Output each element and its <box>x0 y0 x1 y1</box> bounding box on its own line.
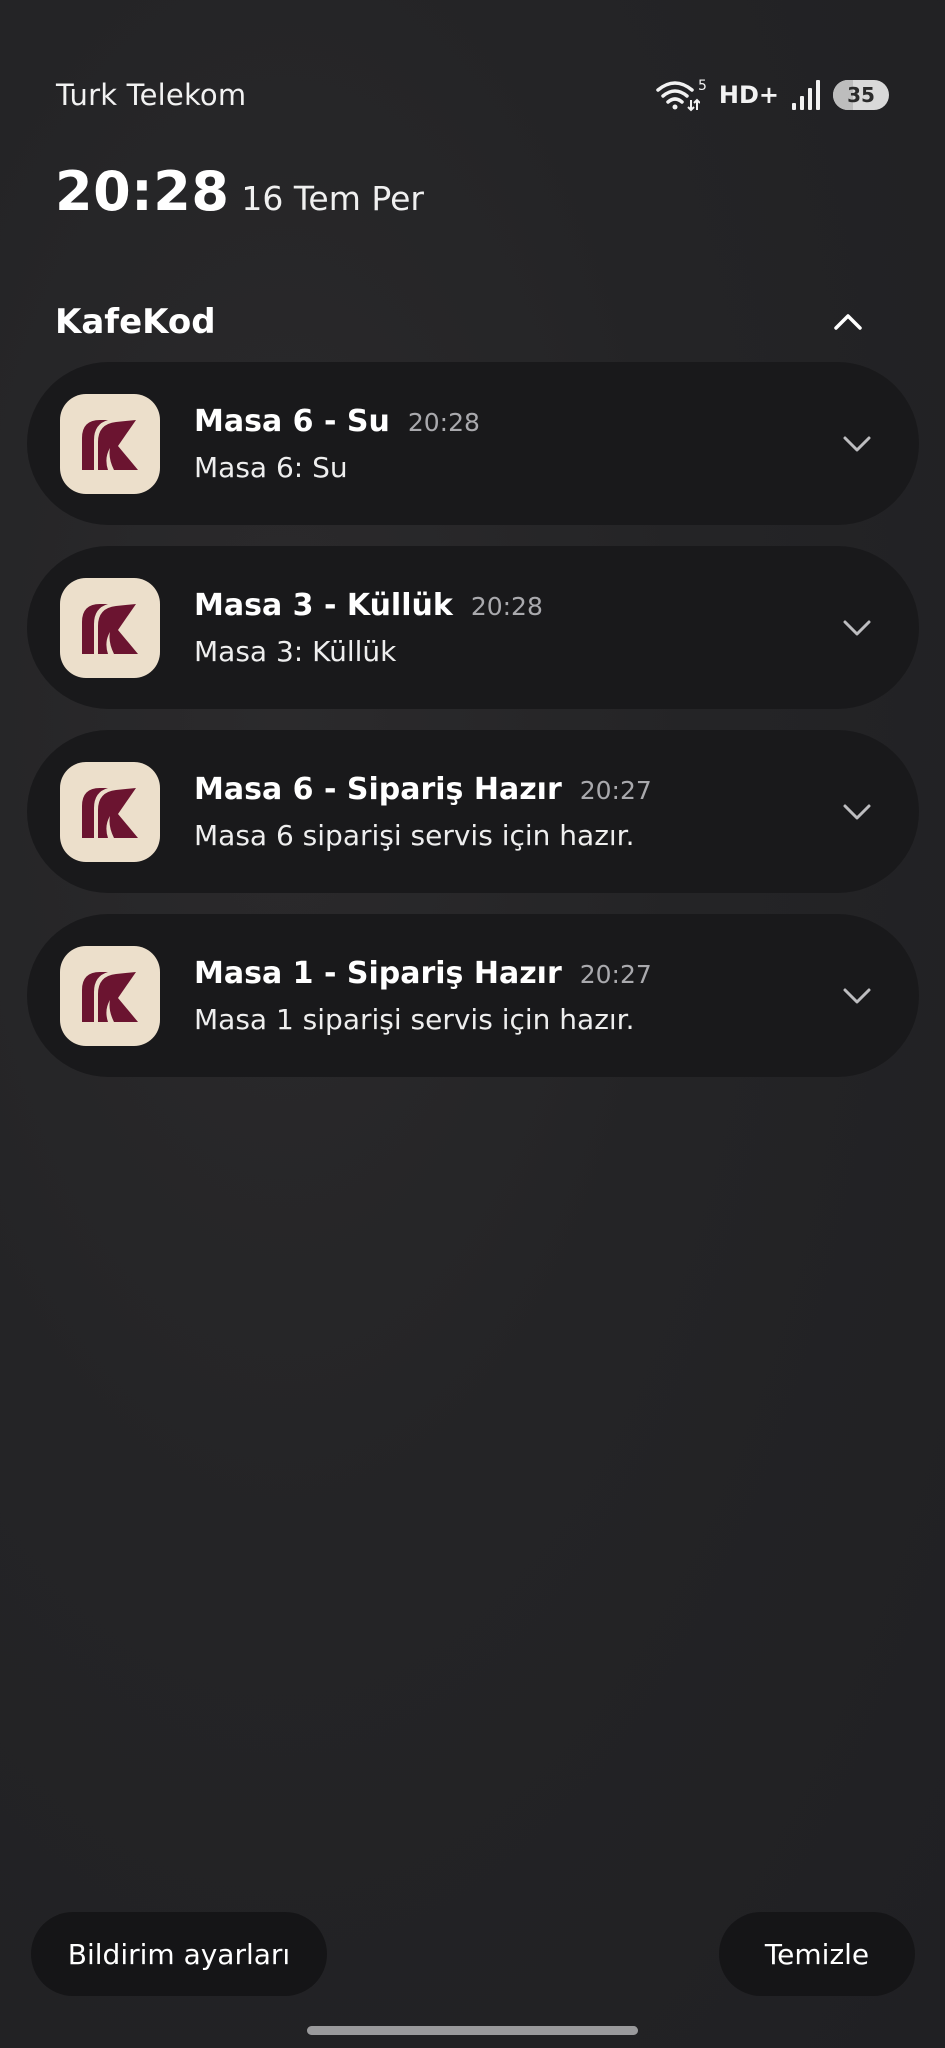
chevron-down-icon <box>843 436 871 451</box>
notification-title-row: Masa 6 - Su 20:28 <box>194 404 480 439</box>
chevron-up-icon <box>834 314 862 330</box>
status-bar: Turk Telekom 5 HD+ 35 <box>56 74 889 116</box>
notification-card[interactable]: Masa 6 - Su 20:28 Masa 6: Su <box>27 362 919 525</box>
expand-notification-button[interactable] <box>835 606 879 650</box>
notification-body: Masa 6 siparişi servis için hazır. <box>194 818 635 852</box>
notification-group-header: KafeKod <box>55 300 870 344</box>
clock-time: 20:28 <box>55 160 230 223</box>
kafekod-app-icon <box>60 761 160 862</box>
expand-notification-button[interactable] <box>835 422 879 466</box>
notification-body: Masa 1 siparişi servis için hazır. <box>194 1002 635 1036</box>
notification-time: 20:27 <box>579 959 652 989</box>
notification-settings-button[interactable]: Bildirim ayarları <box>31 1912 327 1996</box>
status-icons: 5 HD+ 35 <box>656 78 889 112</box>
notification-body: Masa 3: Küllük <box>194 634 397 668</box>
notification-time: 20:27 <box>579 775 652 805</box>
home-indicator[interactable] <box>307 2026 638 2035</box>
notification-card[interactable]: Masa 3 - Küllük 20:28 Masa 3: Küllük <box>27 546 919 709</box>
group-app-name: KafeKod <box>55 302 216 342</box>
battery-level: 35 <box>847 83 875 107</box>
chevron-down-icon <box>843 804 871 819</box>
notification-text: Masa 1 - Sipariş Hazır 20:27 Masa 1 sipa… <box>194 956 652 1036</box>
expand-notification-button[interactable] <box>835 974 879 1018</box>
clear-notifications-button[interactable]: Temizle <box>719 1912 915 1996</box>
notification-list: Masa 6 - Su 20:28 Masa 6: Su Masa 3 - Kü… <box>27 362 919 1098</box>
notification-card[interactable]: Masa 1 - Sipariş Hazır 20:27 Masa 1 sipa… <box>27 914 919 1077</box>
notification-title-row: Masa 1 - Sipariş Hazır 20:27 <box>194 956 652 991</box>
notification-title: Masa 3 - Küllük <box>194 587 453 623</box>
expand-notification-button[interactable] <box>835 790 879 834</box>
notification-text: Masa 6 - Sipariş Hazır 20:27 Masa 6 sipa… <box>194 772 652 852</box>
notification-title: Masa 6 - Sipariş Hazır <box>194 771 562 807</box>
clock-date: 16 Tem Per <box>241 179 424 218</box>
notification-text: Masa 6 - Su 20:28 Masa 6: Su <box>194 404 480 484</box>
chevron-down-icon <box>843 988 871 1003</box>
notification-title: Masa 6 - Su <box>194 403 390 439</box>
notification-body: Masa 6: Su <box>194 450 348 484</box>
notification-title-row: Masa 6 - Sipariş Hazır 20:27 <box>194 772 652 807</box>
carrier-name: Turk Telekom <box>56 78 247 112</box>
network-type: HD+ <box>718 81 779 109</box>
notification-time: 20:28 <box>407 407 480 437</box>
kafekod-app-icon <box>60 577 160 678</box>
collapse-group-button[interactable] <box>826 300 870 344</box>
wifi-icon <box>656 78 700 112</box>
kafekod-app-icon <box>60 393 160 494</box>
notification-title: Masa 1 - Sipariş Hazır <box>194 955 562 991</box>
signal-icon <box>791 79 821 111</box>
notification-card[interactable]: Masa 6 - Sipariş Hazır 20:27 Masa 6 sipa… <box>27 730 919 893</box>
notification-title-row: Masa 3 - Küllük 20:28 <box>194 588 543 623</box>
notification-text: Masa 3 - Küllük 20:28 Masa 3: Küllük <box>194 588 543 668</box>
wifi-badge: 5 <box>697 78 707 94</box>
chevron-down-icon <box>843 620 871 635</box>
kafekod-app-icon <box>60 945 160 1046</box>
clock-row: 20:28 16 Tem Per <box>55 160 424 223</box>
battery-indicator: 35 <box>833 80 889 110</box>
notification-time: 20:28 <box>470 591 543 621</box>
